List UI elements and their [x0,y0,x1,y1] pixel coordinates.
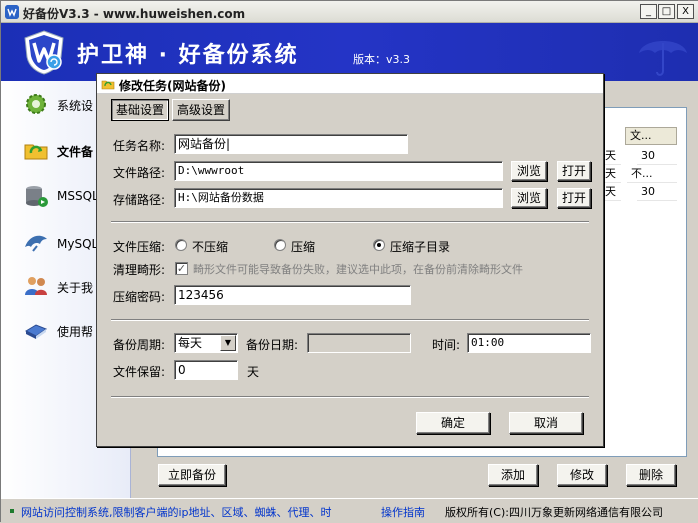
period-select[interactable]: 每天 ▼ [174,333,238,353]
time-label: 时间: [432,338,461,352]
copyright-text: 版权所有(C):四川万象更新网络通信有限公司 [445,506,663,519]
shield-logo-icon [24,30,64,75]
gear-icon [26,94,46,114]
chevron-down-icon[interactable]: ▼ [220,335,236,351]
file-path-label: 文件路径: [113,166,166,180]
task-name-field[interactable]: 网站备份| [174,134,408,154]
sidebar-item-label: 系统设 [57,99,94,113]
dialog-title-bar[interactable]: 修改任务(网站备份) [97,74,603,94]
tab-basic-settings[interactable]: 基础设置 [111,99,169,121]
ok-button[interactable]: 确定 [416,412,490,434]
task-name-label: 任务名称: [113,139,166,153]
title-bar[interactable]: 好备份V3.3 - www.huweishen.com _ □ X [1,1,698,23]
umbrella-icon [639,41,687,76]
clean-hint: 畸形文件可能导致备份失败，建议选中此项，在备份前清除畸形文件 [193,263,523,276]
folder-sync-icon [24,144,48,160]
sidebar-item-label: MSSQL [57,189,99,203]
date-field[interactable] [307,333,411,353]
book-icon [24,324,48,339]
divider [111,221,589,223]
radio-label: 压缩 [291,240,316,254]
compress-label: 文件压缩: [113,240,166,254]
sidebar-item-label: 关于我 [57,281,94,295]
app-icon [5,5,19,19]
period-value: 每天 [178,336,203,350]
backup-now-button[interactable]: 立即备份 [158,464,226,486]
store-path-label: 存储路径: [113,193,166,207]
file-path-field[interactable]: D:\wwwroot [174,161,503,181]
guide-link[interactable]: 操作指南 [381,504,425,520]
table-cell: 天 [601,183,621,201]
database-icon [26,186,48,207]
tab-advanced-settings[interactable]: 高级设置 [172,99,230,121]
cancel-button[interactable]: 取消 [509,412,583,434]
password-field[interactable]: 123456 [174,285,411,305]
minimize-button[interactable]: _ [640,4,657,19]
dialog-title: 修改任务(网站备份) [119,79,226,93]
radio-compress[interactable] [274,239,286,251]
table-cell: 天 [601,147,621,165]
file-path-browse-button[interactable]: 浏览 [511,161,547,181]
dolphin-icon [25,235,47,252]
password-label: 压缩密码: [113,290,166,304]
window-title: 好备份V3.3 - www.huweishen.com [23,7,246,21]
store-path-field[interactable]: H:\网站备份数据 [174,188,503,208]
radio-label: 压缩子目录 [390,240,451,254]
table-cell: 不... [627,165,677,183]
time-field[interactable]: 01:00 [467,333,591,353]
banner-title: 护卫神 · 好备份系统 [77,43,299,68]
close-button[interactable]: X [677,4,694,19]
table-cell: 30 [637,183,677,201]
radio-no-compress[interactable] [175,239,187,251]
delete-button[interactable]: 删除 [626,464,676,486]
divider [111,396,589,398]
column-header[interactable]: 文... [625,127,677,145]
add-button[interactable]: 添加 [488,464,538,486]
store-path-browse-button[interactable]: 浏览 [511,188,547,208]
retain-label: 文件保留: [113,365,166,379]
edit-button[interactable]: 修改 [557,464,607,486]
radio-compress-subdir[interactable] [373,239,385,251]
people-icon [25,277,47,295]
edit-task-dialog: 修改任务(网站备份) 基础设置 高级设置 任务名称: 网站备份| 文件路径: D… [96,73,604,447]
store-path-open-button[interactable]: 打开 [557,188,591,208]
maximize-button[interactable]: □ [658,4,675,19]
sidebar-item-label: 文件备 [57,145,94,159]
folder-sync-icon [101,80,115,90]
status-bar: 网站访问控制系统,限制客户端的ip地址、区域、蜘蛛、代理、时 操作指南 版权所有… [1,498,698,523]
retain-unit: 天 [247,365,260,379]
table-cell: 30 [637,147,677,165]
divider [111,319,589,321]
status-dot-icon [10,509,14,513]
clean-checkbox[interactable]: ✓ [175,262,188,275]
version-label: 版本：v3.3 [353,53,411,66]
clean-label: 清理畸形: [113,263,166,277]
table-cell: 天 [601,165,621,183]
sidebar-item-label: 使用帮 [57,325,94,339]
file-path-open-button[interactable]: 打开 [557,161,591,181]
retain-field[interactable]: 0 [174,360,238,380]
marquee-link[interactable]: 网站访问控制系统,限制客户端的ip地址、区域、蜘蛛、代理、时 [21,504,332,520]
radio-label: 不压缩 [192,240,229,254]
period-label: 备份周期: [113,338,166,352]
date-label: 备份日期: [246,338,299,352]
